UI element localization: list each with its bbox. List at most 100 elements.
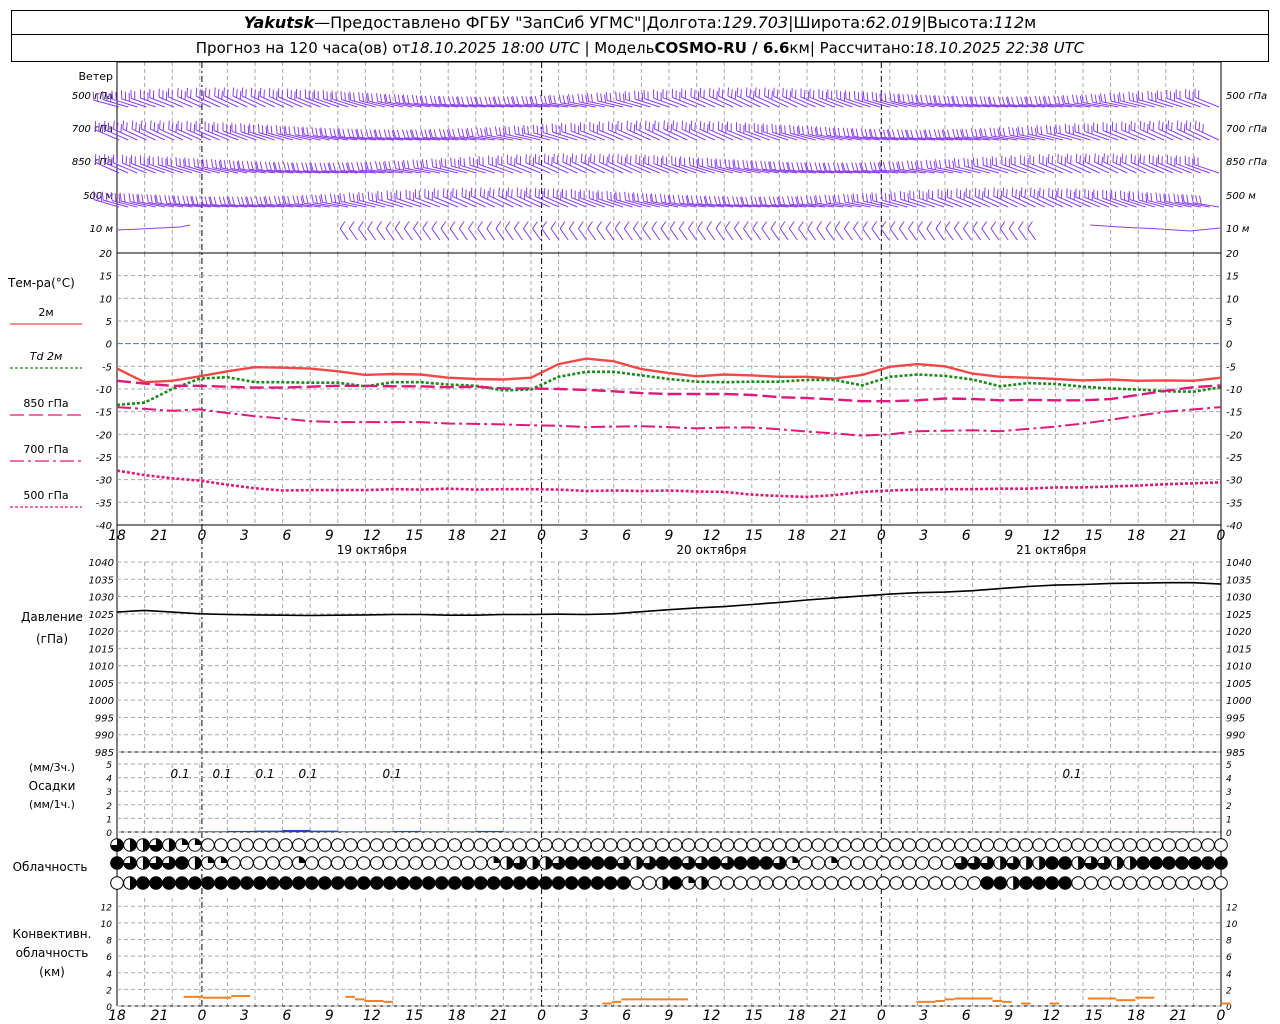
wind-barb-flag bbox=[304, 89, 306, 98]
wind-barb-flag bbox=[1121, 121, 1123, 130]
wind-barb-flag bbox=[177, 88, 179, 97]
wind-barb-flag bbox=[470, 96, 474, 106]
wind-barb-flag bbox=[301, 162, 305, 171]
wind-barb-flag bbox=[425, 159, 428, 169]
wind-barb-flag bbox=[837, 127, 841, 137]
wind-barb-flag bbox=[149, 120, 152, 130]
precip-y-tick: 0 bbox=[106, 829, 112, 839]
cloud-symbol bbox=[331, 838, 345, 852]
wind-barb-flag bbox=[875, 92, 878, 102]
wind-barb bbox=[204, 121, 230, 141]
wind-barb-flag bbox=[486, 221, 493, 229]
wind-barb-flag bbox=[688, 156, 691, 166]
wind-barb-flag bbox=[358, 92, 361, 101]
wind-barb-flag bbox=[993, 128, 997, 137]
x-tick-label-temp: 21 bbox=[151, 528, 169, 544]
wind-barb-flag bbox=[605, 221, 612, 229]
temp-legend-label: 500 гПа bbox=[23, 489, 68, 502]
cloud-fill-full bbox=[409, 876, 423, 890]
cloud-symbol bbox=[889, 876, 904, 890]
cloud-symbol bbox=[902, 876, 917, 890]
wind-barb-flag bbox=[1159, 193, 1162, 203]
wind-barb-flag bbox=[901, 161, 905, 171]
wind-barb-flag bbox=[204, 121, 206, 131]
wind-barb-shaft bbox=[963, 228, 972, 241]
wind-barb-shaft bbox=[458, 228, 468, 241]
wind-barb-flag bbox=[380, 192, 383, 201]
wind-barb-flag bbox=[982, 156, 984, 166]
cloud-fill-partial bbox=[142, 856, 150, 870]
wind-barb-flag bbox=[352, 193, 355, 203]
wind-barb bbox=[1157, 154, 1183, 174]
cloud-fill-partial bbox=[532, 856, 539, 870]
wind-barb-flag bbox=[1148, 154, 1151, 163]
cloud-symbol bbox=[876, 856, 891, 870]
wind-barb-flag bbox=[929, 160, 933, 170]
wind-barb-flag bbox=[195, 87, 198, 97]
cloud-fill-full bbox=[656, 856, 669, 870]
wind-barb-shaft bbox=[477, 228, 487, 241]
cloud-symbol bbox=[759, 838, 774, 852]
wind-barb-flag bbox=[452, 128, 456, 138]
wind-barb-flag bbox=[442, 188, 445, 197]
cloud-fill-partial bbox=[194, 838, 202, 845]
wind-barb-flag bbox=[315, 195, 318, 204]
cloud-symbol bbox=[824, 838, 839, 852]
conv-y-tick-right: 8 bbox=[1226, 937, 1232, 947]
x-tick-label-temp: 15 bbox=[405, 528, 423, 544]
wind-barb-shaft bbox=[990, 228, 1000, 241]
cloud-symbol bbox=[434, 856, 449, 870]
wind-barb-flag bbox=[861, 192, 865, 202]
wind-barb-flag bbox=[910, 129, 914, 139]
cloud-fill-full bbox=[1149, 856, 1163, 870]
wind-barb bbox=[268, 88, 294, 108]
x-tick-label-conv: 6 bbox=[282, 1008, 291, 1024]
cloud-symbol bbox=[642, 876, 657, 890]
wind-barb-flag bbox=[1038, 96, 1042, 105]
conv-y-tick-right: 10 bbox=[1226, 920, 1238, 930]
wind-barb-flag bbox=[431, 158, 434, 168]
conv-y-tick: 12 bbox=[101, 903, 113, 913]
wind-barb-flag bbox=[376, 221, 383, 229]
wind-barb-shaft bbox=[1008, 228, 1018, 241]
wind-barb-flag bbox=[143, 90, 145, 100]
wind-barb-flag bbox=[967, 158, 970, 168]
wind-barb-flag bbox=[222, 196, 226, 206]
wind-barb-flag bbox=[323, 162, 327, 172]
cloud-symbol bbox=[746, 838, 761, 852]
wind-barb-flag bbox=[1075, 153, 1078, 163]
temp-legend-label: Td 2м bbox=[30, 350, 63, 363]
wind-barb-shaft bbox=[981, 228, 991, 241]
wind-barb-flag bbox=[952, 128, 956, 138]
cloud-symbol bbox=[993, 838, 1008, 852]
wind-barb-flag bbox=[161, 157, 163, 167]
cloud-symbol bbox=[266, 856, 280, 870]
cloud-symbol bbox=[382, 838, 397, 852]
wind-barb-flag bbox=[1029, 187, 1032, 197]
wind-barb-flag bbox=[588, 189, 590, 199]
cloud-symbol bbox=[382, 856, 397, 870]
wind-barb-flag bbox=[397, 161, 401, 170]
x-tick-label-temp: 21 bbox=[830, 528, 848, 544]
wind-barb-flag bbox=[205, 159, 209, 169]
wind-barb-flag bbox=[614, 221, 621, 229]
wind-barb-shaft bbox=[394, 228, 404, 241]
conv-y-tick: 6 bbox=[106, 953, 112, 963]
wind-barb-flag bbox=[494, 126, 498, 136]
cloud-symbol bbox=[837, 876, 852, 890]
wind-barb-flag bbox=[292, 195, 296, 204]
wind-barb bbox=[1057, 188, 1082, 208]
wind-barb-flag bbox=[344, 92, 346, 101]
wind-barb-flag bbox=[343, 193, 346, 203]
wind-level-label-right: 850 гПа bbox=[1226, 157, 1267, 168]
wind-barb-flag bbox=[406, 95, 410, 104]
cloud-symbol bbox=[1110, 838, 1124, 852]
cloud-fill-partial bbox=[1000, 856, 1007, 870]
wind-barb-flag bbox=[654, 194, 658, 203]
cloud-fill-partial bbox=[831, 856, 838, 863]
wind-barb-shaft bbox=[486, 228, 496, 241]
wind-barb-flag bbox=[268, 161, 272, 171]
cloud-symbol bbox=[1149, 838, 1163, 852]
temp-y-tick: -15 bbox=[96, 408, 112, 419]
cloud-fill-partial bbox=[1130, 856, 1137, 870]
